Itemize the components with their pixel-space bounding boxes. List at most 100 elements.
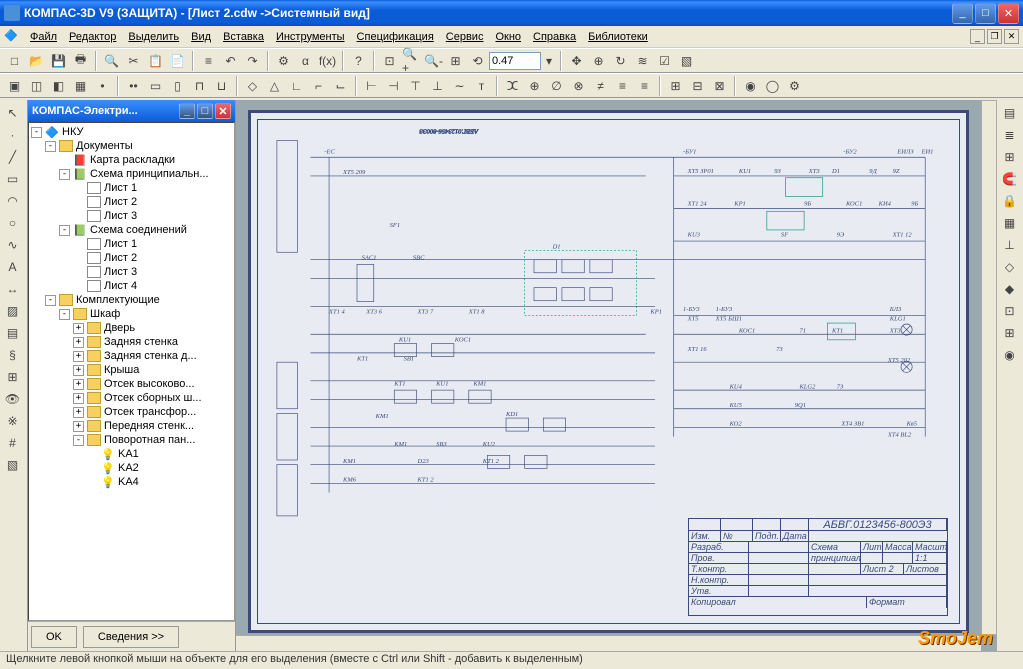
- zoom-in-button[interactable]: 🔍+: [401, 50, 422, 71]
- tree-ka2[interactable]: 💡KA2: [31, 461, 232, 475]
- esd8-button[interactable]: ▯: [167, 75, 188, 96]
- grp-tool[interactable]: ⊞: [2, 366, 23, 387]
- esd26-button[interactable]: ≠: [590, 75, 611, 96]
- tree-docs[interactable]: -Документы: [31, 139, 232, 153]
- esd28-button[interactable]: ≡: [634, 75, 655, 96]
- sym-tool[interactable]: §: [2, 344, 23, 365]
- h-scrollbar[interactable]: [236, 635, 981, 651]
- esd11-button[interactable]: ◇: [242, 75, 263, 96]
- hatch-tool[interactable]: ▨: [2, 300, 23, 321]
- panel-minimize[interactable]: _: [179, 103, 195, 119]
- tree-toggle[interactable]: +: [73, 365, 84, 376]
- maximize-button[interactable]: □: [975, 3, 996, 24]
- open-button[interactable]: 📂: [26, 50, 47, 71]
- tree-toggle[interactable]: -: [45, 295, 56, 306]
- vars-button[interactable]: α: [295, 50, 316, 71]
- tree-toggle[interactable]: -: [59, 309, 70, 320]
- tree-toggle[interactable]: -: [31, 127, 42, 138]
- props-button[interactable]: ⚙: [273, 50, 294, 71]
- tree-toggle[interactable]: +: [73, 351, 84, 362]
- magnet-toggle[interactable]: 🧲: [999, 168, 1020, 189]
- menu-select[interactable]: Выделить: [122, 29, 185, 45]
- xyz-toggle[interactable]: ⊞: [999, 322, 1020, 343]
- spline-tool[interactable]: ∿: [2, 234, 23, 255]
- color-tool[interactable]: ▧: [2, 454, 23, 475]
- esd27-button[interactable]: ≡: [612, 75, 633, 96]
- mdi-minimize[interactable]: _: [970, 29, 985, 44]
- circle-tool[interactable]: ○: [2, 212, 23, 233]
- format-button[interactable]: ≡: [198, 50, 219, 71]
- tree-toggle[interactable]: +: [73, 323, 84, 334]
- esd3-button[interactable]: ◧: [48, 75, 69, 96]
- fx-button[interactable]: f(x): [317, 50, 338, 71]
- esd33-button[interactable]: ◯: [762, 75, 783, 96]
- info-button[interactable]: Сведения >>: [83, 626, 179, 648]
- cut-button[interactable]: ✂: [123, 50, 144, 71]
- panel-maximize[interactable]: □: [197, 103, 213, 119]
- tree-zadstd[interactable]: +Задняя стенка д...: [31, 349, 232, 363]
- lwt-toggle[interactable]: ⊡: [999, 300, 1020, 321]
- menu-service[interactable]: Сервис: [440, 29, 490, 45]
- tree-list2[interactable]: Лист 2: [31, 195, 232, 209]
- pan-button[interactable]: ✥: [566, 50, 587, 71]
- tree-s-list1[interactable]: Лист 1: [31, 237, 232, 251]
- esd5-button[interactable]: •: [92, 75, 113, 96]
- esd6-button[interactable]: ••: [123, 75, 144, 96]
- ok-button[interactable]: OK: [31, 626, 77, 648]
- dim-tool[interactable]: ↔: [2, 278, 23, 299]
- tree-komplekt[interactable]: -Комплектующие: [31, 293, 232, 307]
- tree-povor[interactable]: -Поворотная пан...: [31, 433, 232, 447]
- menu-tools[interactable]: Инструменты: [270, 29, 351, 45]
- esd32-button[interactable]: ◉: [740, 75, 761, 96]
- esd16-button[interactable]: ⊢: [361, 75, 382, 96]
- tree-dver[interactable]: +Дверь: [31, 321, 232, 335]
- tree-list1[interactable]: Лист 1: [31, 181, 232, 195]
- esd25-button[interactable]: ⊗: [568, 75, 589, 96]
- color-button[interactable]: ▧: [676, 50, 697, 71]
- esd2-button[interactable]: ◫: [26, 75, 47, 96]
- wire-button[interactable]: ≋: [632, 50, 653, 71]
- esd18-button[interactable]: ⊤: [405, 75, 426, 96]
- minimize-button[interactable]: _: [952, 3, 973, 24]
- tree-toggle[interactable]: -: [45, 141, 56, 152]
- tree-otseksb[interactable]: +Отсек сборных ш...: [31, 391, 232, 405]
- tree-schema-p[interactable]: -📗Схема принципиальн...: [31, 167, 232, 181]
- menu-window[interactable]: Окно: [489, 29, 527, 45]
- esd15-button[interactable]: ⌙: [330, 75, 351, 96]
- tree-toggle[interactable]: -: [59, 169, 70, 180]
- track-toggle[interactable]: ◆: [999, 278, 1020, 299]
- move-button[interactable]: ⊕: [588, 50, 609, 71]
- esd34-button[interactable]: ⚙: [784, 75, 805, 96]
- zoom-dropdown[interactable]: ▾: [542, 50, 556, 71]
- line-tool[interactable]: ╱: [2, 146, 23, 167]
- tree-karta[interactable]: 📕Карта раскладки: [31, 153, 232, 167]
- esd22-button[interactable]: ⵋ: [502, 75, 523, 96]
- layers-toggle[interactable]: ≣: [999, 124, 1020, 145]
- snap-tool[interactable]: ※: [2, 410, 23, 431]
- esd7-button[interactable]: ▭: [145, 75, 166, 96]
- text-tool[interactable]: A: [2, 256, 23, 277]
- esd12-button[interactable]: △: [264, 75, 285, 96]
- drawing-canvas[interactable]: АБВГ.0123456-800Э3: [236, 100, 997, 651]
- tree-s-list3[interactable]: Лист 3: [31, 265, 232, 279]
- redo-button[interactable]: ↷: [242, 50, 263, 71]
- tree-otsektr[interactable]: +Отсек трансфор...: [31, 405, 232, 419]
- preview-button[interactable]: 🔍: [101, 50, 122, 71]
- tree-toggle[interactable]: +: [73, 421, 84, 432]
- esd13-button[interactable]: ∟: [286, 75, 307, 96]
- grid-toggle[interactable]: ▦: [999, 212, 1020, 233]
- ortho-toggle[interactable]: ⊥: [999, 234, 1020, 255]
- menu-view[interactable]: Вид: [185, 29, 217, 45]
- mdi-restore[interactable]: ❐: [987, 29, 1002, 44]
- zoom-region-button[interactable]: ⊡: [379, 50, 400, 71]
- new-button[interactable]: □: [4, 50, 25, 71]
- tree-shkaf[interactable]: -Шкаф: [31, 307, 232, 321]
- layer-tool[interactable]: ▤: [2, 322, 23, 343]
- zoom-prev-button[interactable]: ⟲: [467, 50, 488, 71]
- save-button[interactable]: 💾: [48, 50, 69, 71]
- menu-libs[interactable]: Библиотеки: [582, 29, 654, 45]
- esd30-button[interactable]: ⊟: [687, 75, 708, 96]
- tree-toggle[interactable]: +: [73, 393, 84, 404]
- tree-toggle[interactable]: -: [59, 225, 70, 236]
- tree-pered[interactable]: +Передняя стенк...: [31, 419, 232, 433]
